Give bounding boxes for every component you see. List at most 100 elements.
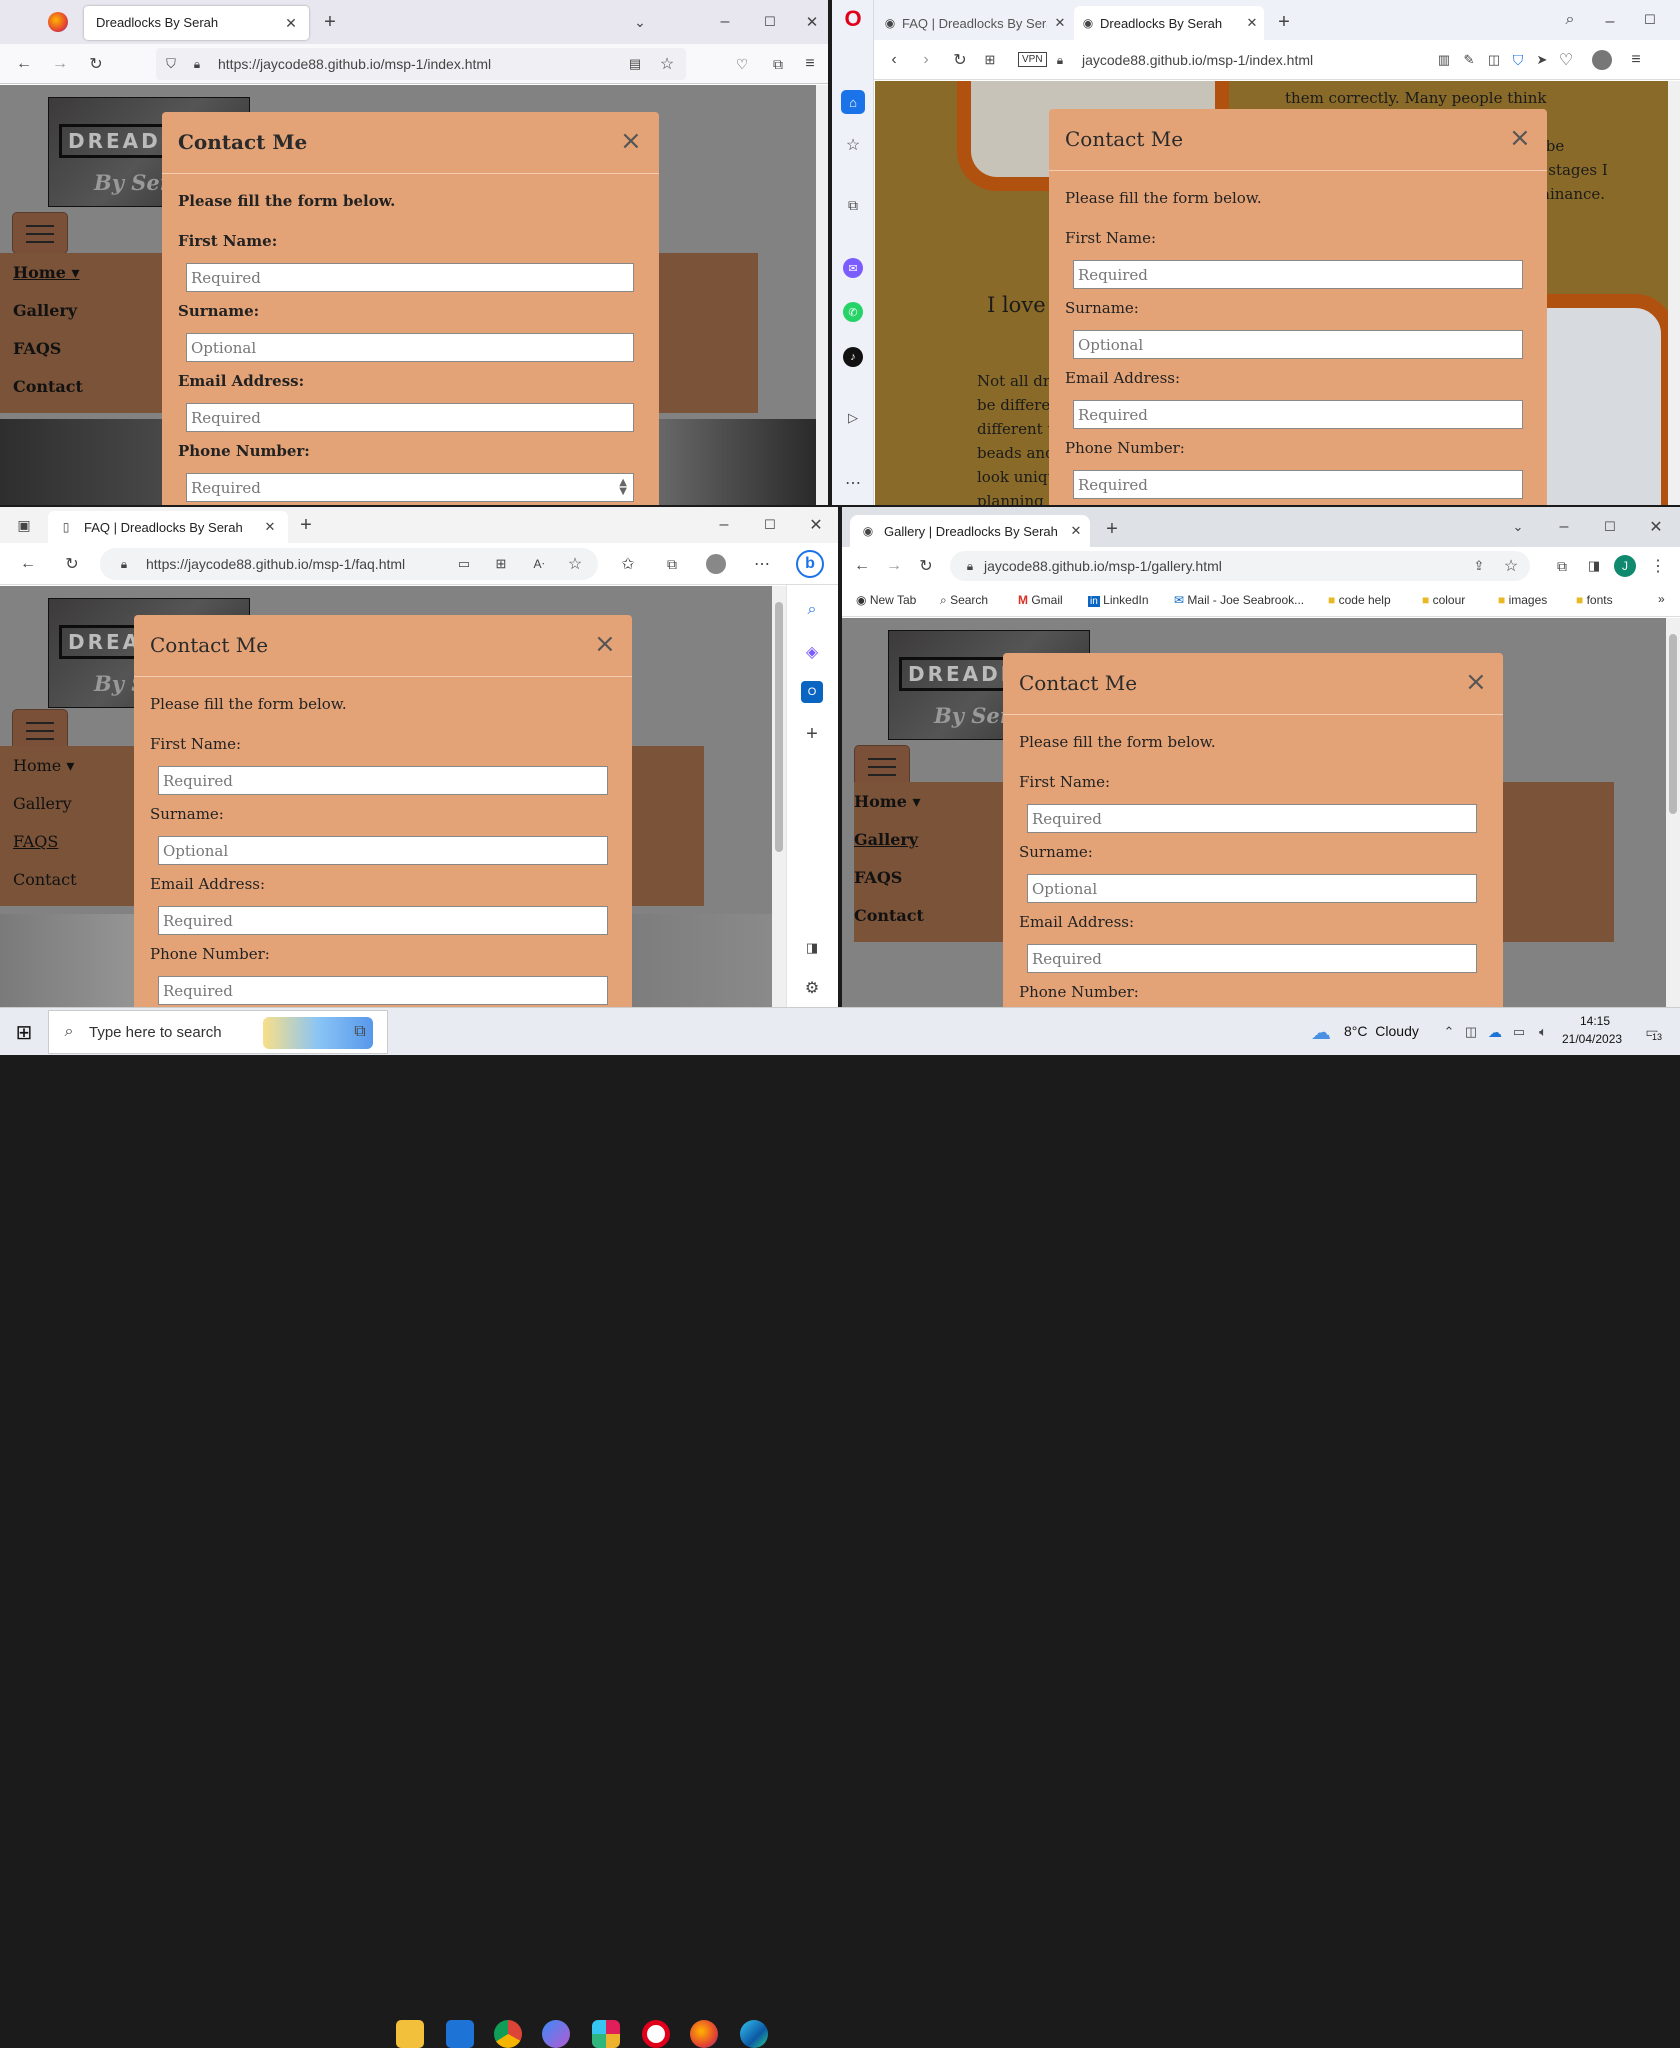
reload-icon[interactable]: ↻ <box>950 50 970 70</box>
first-name-input[interactable]: Required <box>1027 804 1477 833</box>
url-text[interactable]: https://jaycode88.github.io/msp-1/faq.ht… <box>146 556 405 572</box>
edit-icon[interactable]: ✎ <box>1459 50 1479 70</box>
send-icon[interactable]: ➤ <box>1532 50 1552 70</box>
forward-icon[interactable]: › <box>916 50 936 70</box>
add-icon[interactable]: + <box>801 723 823 745</box>
nav-contact[interactable]: Contact <box>13 870 77 889</box>
page-scrollbar[interactable] <box>1668 81 1680 505</box>
edge-icon[interactable] <box>740 2020 768 2048</box>
bookmark-star-icon[interactable]: ☆ <box>658 55 676 73</box>
vpn-badge[interactable]: VPN <box>1018 52 1047 67</box>
search-icon[interactable]: ⌕ <box>801 599 823 621</box>
menu-toggle-button[interactable] <box>12 212 68 254</box>
outlook-icon[interactable]: O <box>801 681 823 703</box>
firefox-tab[interactable]: Dreadlocks By Serah ✕ <box>84 6 309 40</box>
extensions-icon[interactable]: ⧉ <box>1552 556 1572 576</box>
shield-icon[interactable]: ⛉ <box>1508 50 1528 70</box>
bookmark-images[interactable]: ■ images <box>1498 593 1547 607</box>
menu-toggle-button[interactable] <box>12 709 68 751</box>
lock-icon[interactable]: 🔒︎ <box>188 55 206 73</box>
first-name-input[interactable]: Required <box>186 263 634 292</box>
minimize-icon[interactable]: – <box>1554 517 1574 537</box>
back-icon[interactable]: ← <box>852 556 872 576</box>
scrollbar-thumb[interactable] <box>1669 634 1677 814</box>
more-icon[interactable]: ⋯ <box>843 473 863 493</box>
new-tab-icon[interactable]: + <box>296 514 316 536</box>
nav-faqs[interactable]: FAQS <box>13 832 58 851</box>
reader-icon[interactable]: ▥ <box>1434 50 1454 70</box>
phone-input[interactable]: Required <box>1073 470 1523 499</box>
copilot-icon[interactable]: ◈ <box>801 641 823 663</box>
bookmark-fonts[interactable]: ■ fonts <box>1576 593 1613 607</box>
bookmark-search[interactable]: ⌕ Search <box>940 593 988 608</box>
camera-icon[interactable]: ◫ <box>1484 50 1504 70</box>
page-scrollbar[interactable] <box>1666 618 1680 1007</box>
close-icon[interactable]: × <box>620 128 642 154</box>
search-tabs-icon[interactable]: ⌕ <box>1560 10 1580 30</box>
menu-icon[interactable]: ≡ <box>1626 50 1646 70</box>
surname-input[interactable]: Optional <box>1027 874 1477 903</box>
surname-input[interactable]: Optional <box>186 333 634 362</box>
volume-icon[interactable]: 🔈︎ <box>1534 1022 1552 1042</box>
address-bar[interactable]: ⛉ 🔒︎ https://jaycode88.github.io/msp-1/i… <box>156 48 686 80</box>
favorite-icon[interactable]: ☆ <box>566 555 584 573</box>
email-input[interactable]: Required <box>1073 400 1523 429</box>
nav-home[interactable]: Home ▾ <box>13 756 74 775</box>
profile-avatar[interactable]: J <box>1614 555 1636 577</box>
tab-search-icon[interactable]: ⌄ <box>1508 517 1528 537</box>
menu-toggle-button[interactable] <box>854 745 910 787</box>
close-tab-icon[interactable]: ✕ <box>1052 15 1068 31</box>
back-icon[interactable]: ‹ <box>884 50 904 70</box>
profile-icon[interactable] <box>706 554 726 574</box>
email-input[interactable]: Required <box>186 403 634 432</box>
reload-icon[interactable]: ↻ <box>86 54 106 74</box>
maximize-icon[interactable]: ☐ <box>1600 517 1620 537</box>
share-icon[interactable]: ⇪ <box>1470 557 1488 575</box>
menu-icon[interactable]: ⋮ <box>1648 556 1668 576</box>
surname-input[interactable]: Optional <box>1073 330 1523 359</box>
reader-view-icon[interactable]: ▤ <box>626 55 644 73</box>
read-aloud-icon[interactable]: Aᐧ <box>530 555 548 573</box>
bookmark-colour[interactable]: ■ colour <box>1422 593 1465 607</box>
chrome-tab[interactable]: ◉ Gallery | Dreadlocks By Serah ✕ <box>850 515 1090 547</box>
nav-contact[interactable]: Contact <box>13 377 83 396</box>
number-stepper-icon[interactable]: ▲ ▼ <box>619 478 627 497</box>
new-tab-icon[interactable]: + <box>1102 518 1122 540</box>
close-window-icon[interactable]: ✕ <box>806 515 826 535</box>
side-panel-icon[interactable]: ◨ <box>1584 556 1604 576</box>
messenger-icon[interactable]: ✉ <box>843 258 863 278</box>
forward-icon[interactable]: → <box>50 54 70 74</box>
nav-home[interactable]: Home ▾ <box>854 792 921 811</box>
chrome-icon[interactable] <box>494 2020 522 2048</box>
gear-icon[interactable]: ⚙ <box>801 977 823 999</box>
onedrive-icon[interactable]: ☁ <box>1486 1022 1504 1042</box>
close-window-icon[interactable]: ✕ <box>802 12 822 32</box>
first-name-input[interactable]: Required <box>158 766 608 795</box>
opera-icon[interactable] <box>642 2020 670 2048</box>
pocket-icon[interactable]: ♡ <box>732 54 752 74</box>
opera-tab-home[interactable]: ◉ Dreadlocks By Serah ✕ <box>1074 6 1264 40</box>
favorites-icon[interactable]: ✩ <box>618 554 638 574</box>
nav-faqs[interactable]: FAQS <box>854 868 902 887</box>
back-icon[interactable]: ← <box>18 554 38 574</box>
bookmarks-icon[interactable]: ☆ <box>843 135 863 155</box>
profile-icon[interactable] <box>1592 50 1612 70</box>
slack-icon[interactable] <box>592 2020 620 2048</box>
close-icon[interactable]: × <box>594 631 616 657</box>
close-tab-icon[interactable]: ✕ <box>1068 523 1084 539</box>
opera-tab-faq[interactable]: ◉ FAQ | Dreadlocks By Serah ✕ <box>880 8 1070 38</box>
nav-faqs[interactable]: FAQS <box>13 339 61 358</box>
tab-actions-icon[interactable]: ▣ <box>14 515 34 535</box>
close-tab-icon[interactable]: ✕ <box>262 519 278 535</box>
extensions-icon[interactable]: ⧉ <box>843 195 863 215</box>
task-view-icon[interactable]: ⧉ <box>348 1020 372 1044</box>
first-name-input[interactable]: Required <box>1073 260 1523 289</box>
bookmark-gmail[interactable]: M Gmail <box>1018 593 1063 607</box>
new-tab-icon[interactable]: + <box>320 11 340 33</box>
close-tab-icon[interactable]: ✕ <box>282 14 300 32</box>
minimize-icon[interactable]: – <box>1600 12 1620 32</box>
clock-time[interactable]: 14:15 <box>1580 1014 1610 1028</box>
url-text[interactable]: https://jaycode88.github.io/msp-1/index.… <box>218 56 491 72</box>
back-icon[interactable]: ← <box>14 54 34 74</box>
new-tab-icon[interactable]: + <box>1274 11 1294 33</box>
